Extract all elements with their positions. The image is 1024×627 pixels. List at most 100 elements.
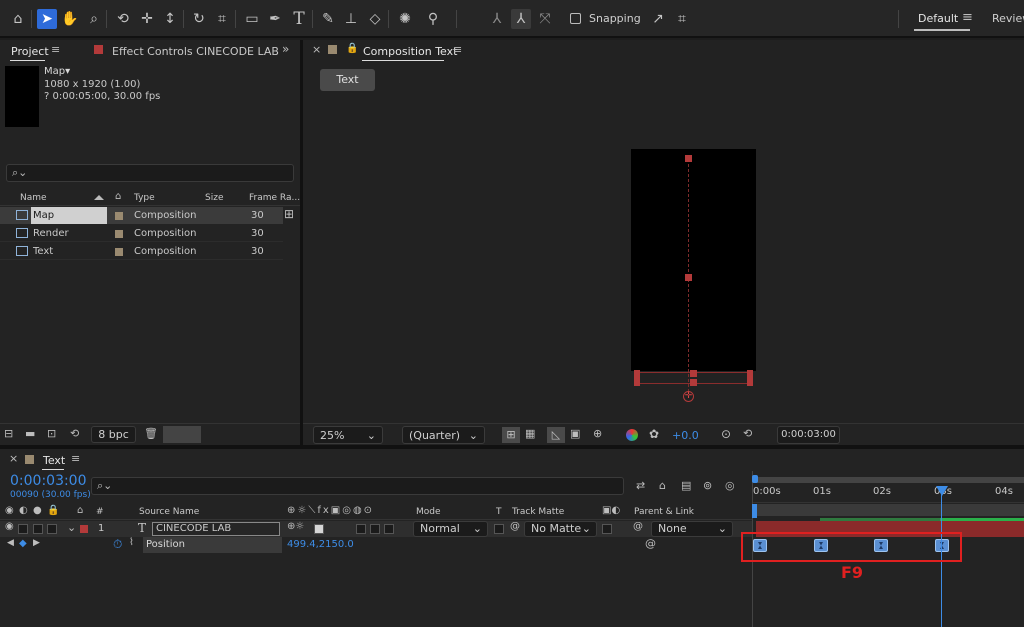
pen-tool-icon[interactable]: ✒ bbox=[265, 9, 285, 29]
draft-3d-icon[interactable]: ⌂ bbox=[659, 480, 666, 491]
column-type[interactable]: Type bbox=[134, 193, 155, 203]
new-folder-icon[interactable]: ▬ bbox=[25, 428, 35, 439]
track-matte-pickwhip-icon[interactable]: @ bbox=[510, 522, 520, 532]
snap-edges-icon[interactable]: ↗ bbox=[648, 9, 668, 29]
project-settings-icon[interactable]: ⟲ bbox=[70, 428, 79, 439]
bounds-handle[interactable] bbox=[747, 370, 753, 386]
thumbnail-swatch[interactable] bbox=[163, 426, 201, 443]
prev-keyframe-icon[interactable]: ◀ bbox=[7, 539, 14, 548]
color-channels-icon[interactable] bbox=[626, 429, 638, 441]
mask-visibility-icon[interactable]: ◺ bbox=[547, 427, 565, 443]
home-icon[interactable]: ⌂ bbox=[8, 9, 28, 29]
column-source-name[interactable]: Source Name bbox=[139, 507, 199, 517]
timeline-search-input[interactable]: ⌕⌄ bbox=[91, 477, 624, 495]
audio-toggle[interactable] bbox=[18, 524, 28, 534]
bounds-handle[interactable] bbox=[634, 370, 640, 386]
puppet-pin-icon[interactable]: ⚲ bbox=[423, 9, 443, 29]
position-value[interactable]: 499.4,2150.0 bbox=[287, 539, 354, 550]
tab-composition[interactable]: Composition Text bbox=[363, 45, 457, 58]
workspace-menu-icon[interactable]: ≡ bbox=[962, 11, 973, 24]
column-size[interactable]: Size bbox=[205, 193, 223, 203]
parent-dropdown[interactable]: None ⌄ bbox=[651, 521, 733, 537]
bounds-handle[interactable] bbox=[690, 379, 697, 386]
solo-icon[interactable]: ● bbox=[33, 506, 42, 516]
column-frame-rate[interactable]: Frame Ra... bbox=[249, 193, 300, 203]
lock-icon[interactable]: 🔒 bbox=[47, 506, 59, 516]
adjustment-switch[interactable] bbox=[370, 524, 380, 534]
track-matte-dropdown[interactable]: No Matte ⌄ bbox=[524, 521, 597, 537]
comp-mini-flowchart-icon[interactable]: ⇄ bbox=[636, 480, 645, 491]
lock-toggle[interactable] bbox=[47, 524, 57, 534]
zoom-dropdown[interactable]: 25% ⌄ bbox=[313, 426, 383, 444]
new-composition-icon[interactable]: ⊡ bbox=[47, 428, 56, 439]
time-ruler[interactable]: 0:00s 01s 02s 03s 04s bbox=[753, 483, 1024, 503]
selected-item-name[interactable]: Map▾ bbox=[44, 66, 70, 77]
eraser-tool-icon[interactable]: ◇ bbox=[365, 9, 385, 29]
3d-switch[interactable] bbox=[384, 524, 394, 534]
selection-tool-icon[interactable]: ➤ bbox=[37, 9, 57, 29]
interpret-footage-icon[interactable]: ⊟ bbox=[4, 428, 13, 439]
workspace-default[interactable]: Default bbox=[918, 12, 958, 25]
viewer-timecode[interactable]: 0:00:03:00 bbox=[777, 426, 840, 444]
label-tag-icon[interactable]: ⌂ bbox=[77, 506, 83, 516]
panel-overflow-icon[interactable]: » bbox=[282, 43, 289, 55]
pan-camera-icon[interactable]: ✛ bbox=[137, 9, 157, 29]
preserve-transparency-toggle[interactable] bbox=[494, 524, 504, 534]
hand-tool-icon[interactable]: ✋ bbox=[60, 9, 80, 29]
work-area-start-handle[interactable] bbox=[752, 475, 758, 483]
trash-icon[interactable]: 🗑 bbox=[144, 428, 158, 439]
solo-toggle[interactable] bbox=[33, 524, 43, 534]
column-name[interactable]: Name bbox=[20, 193, 47, 203]
blend-mode-dropdown[interactable]: Normal ⌄ bbox=[413, 521, 488, 537]
project-row-text[interactable]: Text Composition 30 bbox=[0, 243, 283, 260]
show-snapshot-icon[interactable]: ⟲ bbox=[743, 428, 752, 439]
transparency-grid-icon[interactable]: ▦ bbox=[525, 428, 535, 439]
exposure-value[interactable]: +0.0 bbox=[672, 429, 699, 442]
label-swatch[interactable] bbox=[80, 525, 88, 533]
sort-ascending-icon[interactable] bbox=[94, 195, 104, 200]
lock-icon[interactable]: 🔒 bbox=[346, 44, 358, 54]
rectangle-tool-icon[interactable]: ▭ bbox=[242, 9, 262, 29]
bpc-button[interactable]: 8 bpc bbox=[91, 426, 136, 443]
graph-editor-icon[interactable]: ⌇ bbox=[129, 538, 134, 548]
snap-features-icon[interactable]: ⌗ bbox=[672, 9, 692, 29]
effects-switch[interactable] bbox=[356, 524, 366, 534]
current-time[interactable]: 0:00:03:00 bbox=[10, 473, 87, 489]
axis-local-icon[interactable]: ⅄ bbox=[487, 9, 507, 29]
guides-icon[interactable]: ⊕ bbox=[593, 428, 602, 439]
playhead-handle[interactable] bbox=[936, 486, 948, 496]
keyframe-point[interactable] bbox=[685, 155, 692, 162]
shy-switch-icon[interactable]: ⊕☼ bbox=[287, 522, 304, 532]
expand-chevron-icon[interactable]: ⌄ bbox=[67, 522, 76, 533]
bounds-handle[interactable] bbox=[690, 370, 697, 377]
tab-project[interactable]: Project bbox=[11, 45, 49, 58]
visibility-eye-icon[interactable]: ◉ bbox=[5, 522, 14, 532]
dolly-camera-icon[interactable]: ↕ bbox=[160, 9, 180, 29]
keyframe-point[interactable] bbox=[685, 274, 692, 281]
property-name[interactable]: Position bbox=[143, 537, 282, 553]
axis-world-icon[interactable]: ⅄ bbox=[511, 9, 531, 29]
comp-breadcrumb[interactable]: Text bbox=[320, 69, 375, 91]
tab-timeline[interactable]: Text bbox=[43, 454, 65, 467]
brush-tool-icon[interactable]: ✎ bbox=[318, 9, 338, 29]
eye-icon[interactable]: ◉ bbox=[5, 506, 14, 516]
flowchart-icon[interactable]: ⊞ bbox=[284, 208, 294, 220]
type-tool-icon[interactable]: T bbox=[289, 9, 309, 29]
tab-effect-controls[interactable]: Effect Controls CINECODE LAB bbox=[112, 45, 279, 58]
resolution-dropdown[interactable]: (Quarter) ⌄ bbox=[402, 426, 485, 444]
layer-name-field[interactable]: CINECODE LAB bbox=[152, 522, 280, 536]
snapshot-camera-icon[interactable]: ⊙ bbox=[721, 428, 731, 440]
frame-blending-icon[interactable]: ⊚ bbox=[703, 480, 712, 491]
add-keyframe-icon[interactable]: ◆ bbox=[19, 538, 27, 549]
rotate-tool-icon[interactable]: ↻ bbox=[189, 9, 209, 29]
workspace-review[interactable]: Review bbox=[992, 12, 1024, 25]
anchor-point-icon[interactable]: ✛ bbox=[683, 391, 694, 402]
axis-view-icon[interactable]: ⤧ bbox=[535, 9, 555, 29]
composition-canvas[interactable] bbox=[631, 149, 756, 371]
project-search-input[interactable]: ⌕⌄ bbox=[6, 164, 294, 182]
next-keyframe-icon[interactable]: ▶ bbox=[33, 539, 40, 548]
stopwatch-icon[interactable]: ⏱ bbox=[113, 537, 122, 552]
project-row-render[interactable]: Render Composition 30 bbox=[0, 225, 283, 242]
close-tab-icon[interactable]: × bbox=[9, 453, 18, 464]
label-tag-icon[interactable]: ⌂ bbox=[115, 192, 121, 202]
